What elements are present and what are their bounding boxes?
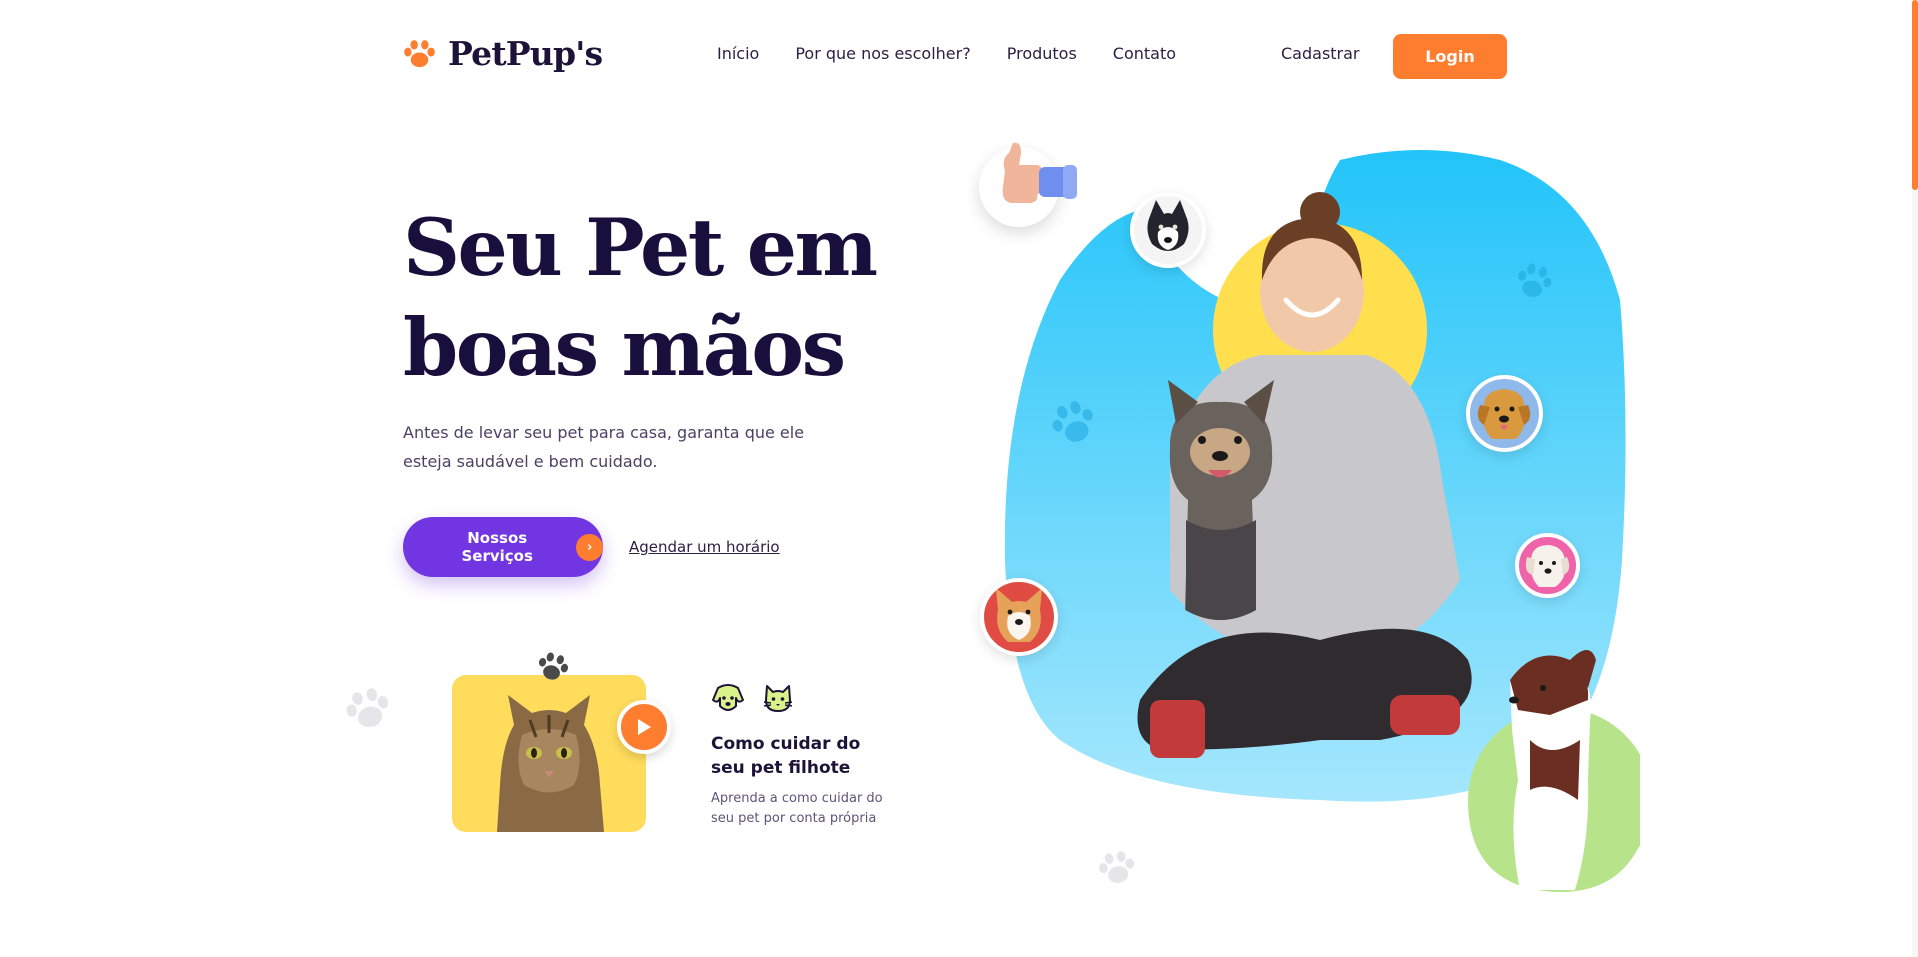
corgi-icon [996, 588, 1042, 642]
dog-icon [712, 684, 744, 711]
husky-icon [1147, 200, 1189, 251]
signup-link[interactable]: Cadastrar [1281, 44, 1360, 63]
nav-link-why-us[interactable]: Por que nos escolher? [795, 44, 970, 63]
paw-icon [404, 39, 435, 67]
main-nav: Início Por que nos escolher? Produtos Co… [717, 44, 1176, 63]
brand-name: PetPup's [448, 34, 603, 73]
corgi-avatar [980, 578, 1058, 656]
schedule-link[interactable]: Agendar um horário [629, 538, 780, 556]
scrollbar-thumb[interactable] [1912, 0, 1918, 190]
thumbs-up-icon [1002, 142, 1077, 203]
paw-decoration-icon [346, 688, 389, 728]
white-puppy-avatar [1515, 533, 1580, 598]
nav-link-inicio[interactable]: Início [717, 44, 759, 63]
nav-link-products[interactable]: Produtos [1007, 44, 1077, 63]
golden-retriever-avatar [1466, 375, 1543, 452]
tip-title: Como cuidar do seu pet filhote [711, 734, 861, 778]
services-button[interactable]: Nossos Serviços › [403, 517, 603, 577]
nav-link-contact[interactable]: Contato [1113, 44, 1176, 63]
thumbs-up-badge [979, 142, 1077, 227]
cat-photo [497, 695, 604, 832]
brand-logo[interactable]: PetPup's [403, 34, 603, 73]
hero-title-line-2: boas mãos [403, 301, 846, 394]
services-button-label: Nossos Serviços [461, 529, 533, 565]
golden-retriever-icon [1477, 389, 1531, 439]
scrollbar-track[interactable] [1912, 0, 1918, 957]
tip-description: Aprenda a como cuidar do seu pet por con… [711, 791, 883, 826]
play-button[interactable] [617, 700, 671, 754]
page: PetPup's Início Por que nos escolher? Pr… [0, 0, 1918, 957]
play-icon [638, 719, 651, 735]
hero-title: Seu Pet em boas mãos [403, 198, 923, 398]
hero-title-line-1: Seu Pet em [403, 201, 878, 294]
white-puppy-icon [1525, 545, 1570, 587]
chevron-right-icon: › [576, 533, 603, 561]
paw-decoration-icon [538, 652, 569, 680]
hero-subtitle: Antes de levar seu pet para casa, garant… [403, 423, 805, 471]
husky-avatar [1130, 192, 1206, 268]
border-collie [1509, 650, 1596, 890]
login-button[interactable]: Login [1393, 34, 1507, 79]
video-thumbnail[interactable] [452, 675, 646, 832]
cat-icon [763, 685, 793, 712]
